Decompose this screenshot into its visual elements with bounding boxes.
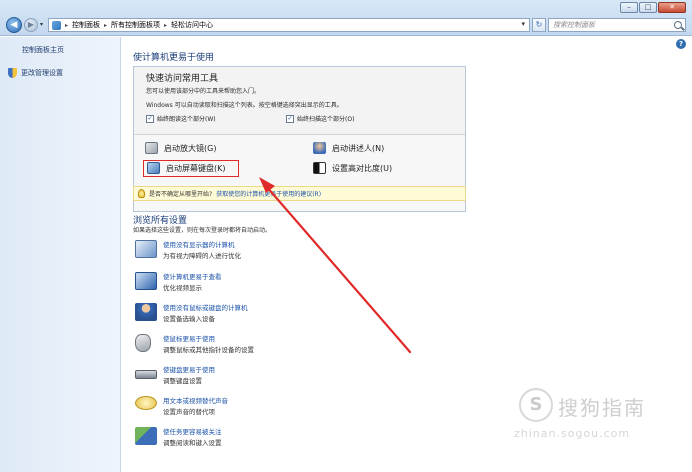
keyboard-icon xyxy=(135,370,157,379)
control-panel-icon xyxy=(52,20,61,30)
start-narrator-label: 启动讲述人(N) xyxy=(332,143,385,153)
address-dropdown-icon[interactable]: ▾ xyxy=(521,20,525,28)
title-bar: – □ ✕ ◀ ▶ ▾ ▸ 控制面板 ▸ 所有控制面板项 ▸ 轻松访问中心 ▾ … xyxy=(0,0,692,36)
search-box[interactable] xyxy=(548,18,686,32)
category-subtext: 调整键盘设置 xyxy=(163,377,202,385)
speech-bubble-icon xyxy=(135,396,157,410)
sidebar-item-change-admin-settings[interactable]: 更改管理设置 xyxy=(21,68,63,78)
list-item: 使键盘更易于使用 调整键盘设置 xyxy=(135,363,435,391)
always-read-option[interactable]: ✓ 始终朗读这个部分(W) xyxy=(146,114,216,123)
quick-access-header: 快速访问常用工具 您可以使用该部分中的工具来帮助您入门。 Windows 可以自… xyxy=(134,67,465,135)
refresh-button[interactable]: ↻ xyxy=(532,18,546,32)
focus-tasks-icon xyxy=(135,427,157,445)
annotation-highlight-box xyxy=(143,160,239,177)
watermark-url: zhinan.sogou.com xyxy=(514,427,631,440)
watermark-text: 搜狗指南 xyxy=(558,396,646,420)
high-contrast-icon xyxy=(313,162,326,174)
no-display-icon xyxy=(135,240,157,258)
list-item: 用文本或视频替代声音 设置声音的替代项 xyxy=(135,394,435,422)
category-link-no-display[interactable]: 使用没有显示器的计算机 xyxy=(163,239,235,249)
uac-shield-icon xyxy=(8,68,17,78)
person-icon xyxy=(135,303,157,321)
search-icon[interactable] xyxy=(674,21,682,29)
category-subtext: 调整鼠标或其他指针设备的设置 xyxy=(163,346,254,354)
watermark-logo: S xyxy=(519,388,553,422)
category-subtext: 设置备选输入设备 xyxy=(163,315,215,323)
quick-access-description: 您可以使用该部分中的工具来帮助您入门。 xyxy=(146,88,261,95)
list-item: 使任务更容易被关注 调整阅读和键入设置 xyxy=(135,425,435,453)
always-scan-option[interactable]: ✓ 始终扫描这个部分(O) xyxy=(286,114,354,123)
always-scan-label: 始终扫描这个部分(O) xyxy=(297,116,355,123)
start-magnifier-button[interactable]: 启动放大镜(G) xyxy=(145,142,216,154)
set-high-contrast-button[interactable]: 设置高对比度(U) xyxy=(313,162,392,174)
narrator-icon xyxy=(313,142,326,154)
always-read-checkbox[interactable]: ✓ xyxy=(146,114,154,123)
search-input[interactable] xyxy=(553,21,668,29)
quick-access-title: 快速访问常用工具 xyxy=(146,74,219,84)
browse-settings-description: 如果选择这些设置，则在每次登录时都将自动启动。 xyxy=(133,227,272,234)
breadcrumb-chevron-icon[interactable]: ▸ xyxy=(104,22,107,29)
lightbulb-icon xyxy=(138,189,145,198)
forward-button[interactable]: ▶ xyxy=(24,18,38,32)
sidebar-item-control-panel-home[interactable]: 控制面板主页 xyxy=(22,45,64,55)
page-title: 使计算机更易于使用 xyxy=(133,53,215,63)
help-icon[interactable]: ? xyxy=(676,39,686,49)
left-nav-pane: 控制面板主页 更改管理设置 xyxy=(0,37,121,472)
always-read-label: 始终朗读这个部分(W) xyxy=(157,116,216,123)
category-subtext: 调整阅读和键入设置 xyxy=(163,439,222,447)
breadcrumb-control-panel[interactable]: 控制面板 xyxy=(72,20,100,30)
category-link-keyboard[interactable]: 使键盘更易于使用 xyxy=(163,364,215,374)
list-item: 使鼠标更易于使用 调整鼠标或其他指针设备的设置 xyxy=(135,332,435,360)
address-bar[interactable]: ▸ 控制面板 ▸ 所有控制面板项 ▸ 轻松访问中心 ▾ xyxy=(48,18,530,32)
set-high-contrast-label: 设置高对比度(U) xyxy=(332,163,393,173)
get-recommendations-link[interactable]: 获取使您的计算机更易于使用的建议(R) xyxy=(216,189,321,198)
mouse-icon xyxy=(135,334,151,352)
start-magnifier-label: 启动放大镜(G) xyxy=(164,143,217,153)
category-link-mouse[interactable]: 使鼠标更易于使用 xyxy=(163,333,215,343)
breadcrumb-chevron-icon[interactable]: ▸ xyxy=(164,22,167,29)
quick-access-scan-description: Windows 可以自动读取和扫描这个列表。按空格键选择突出显示的工具。 xyxy=(146,102,343,109)
category-subtext: 为有视力障碍的人进行优化 xyxy=(163,252,241,260)
category-subtext: 设置声音的替代项 xyxy=(163,408,215,416)
display-icon xyxy=(135,272,157,290)
breadcrumb-ease-of-access[interactable]: 轻松访问中心 xyxy=(171,20,213,30)
tip-question: 是否不确定从哪里开始? xyxy=(149,191,213,198)
tip-bar: 是否不确定从哪里开始? 获取使您的计算机更易于使用的建议(R) xyxy=(133,186,466,201)
recent-pages-chevron-icon[interactable]: ▾ xyxy=(40,21,43,28)
category-link-focus-tasks[interactable]: 使任务更容易被关注 xyxy=(163,426,222,436)
list-item: 使计算机更易于查看 优化视频显示 xyxy=(135,270,435,298)
back-button[interactable]: ◀ xyxy=(6,17,22,33)
close-button[interactable]: ✕ xyxy=(658,2,686,13)
window-controls: – □ ✕ xyxy=(620,2,686,13)
magnifier-icon xyxy=(145,142,158,154)
always-scan-checkbox[interactable]: ✓ xyxy=(286,114,294,123)
category-link-no-mouse-keyboard[interactable]: 使用没有鼠标或键盘的计算机 xyxy=(163,302,248,312)
list-item: 使用没有显示器的计算机 为有视力障碍的人进行优化 xyxy=(135,238,435,266)
category-subtext: 优化视频显示 xyxy=(163,284,202,292)
minimize-button[interactable]: – xyxy=(620,2,638,13)
list-item: 使用没有鼠标或键盘的计算机 设置备选输入设备 xyxy=(135,301,435,329)
category-link-easier-to-see[interactable]: 使计算机更易于查看 xyxy=(163,271,222,281)
breadcrumb-chevron-icon[interactable]: ▸ xyxy=(65,22,68,29)
category-link-sound-alternatives[interactable]: 用文本或视频替代声音 xyxy=(163,395,228,405)
maximize-button[interactable]: □ xyxy=(639,2,657,13)
breadcrumb-all-items[interactable]: 所有控制面板项 xyxy=(111,20,160,30)
start-narrator-button[interactable]: 启动讲述人(N) xyxy=(313,142,384,154)
